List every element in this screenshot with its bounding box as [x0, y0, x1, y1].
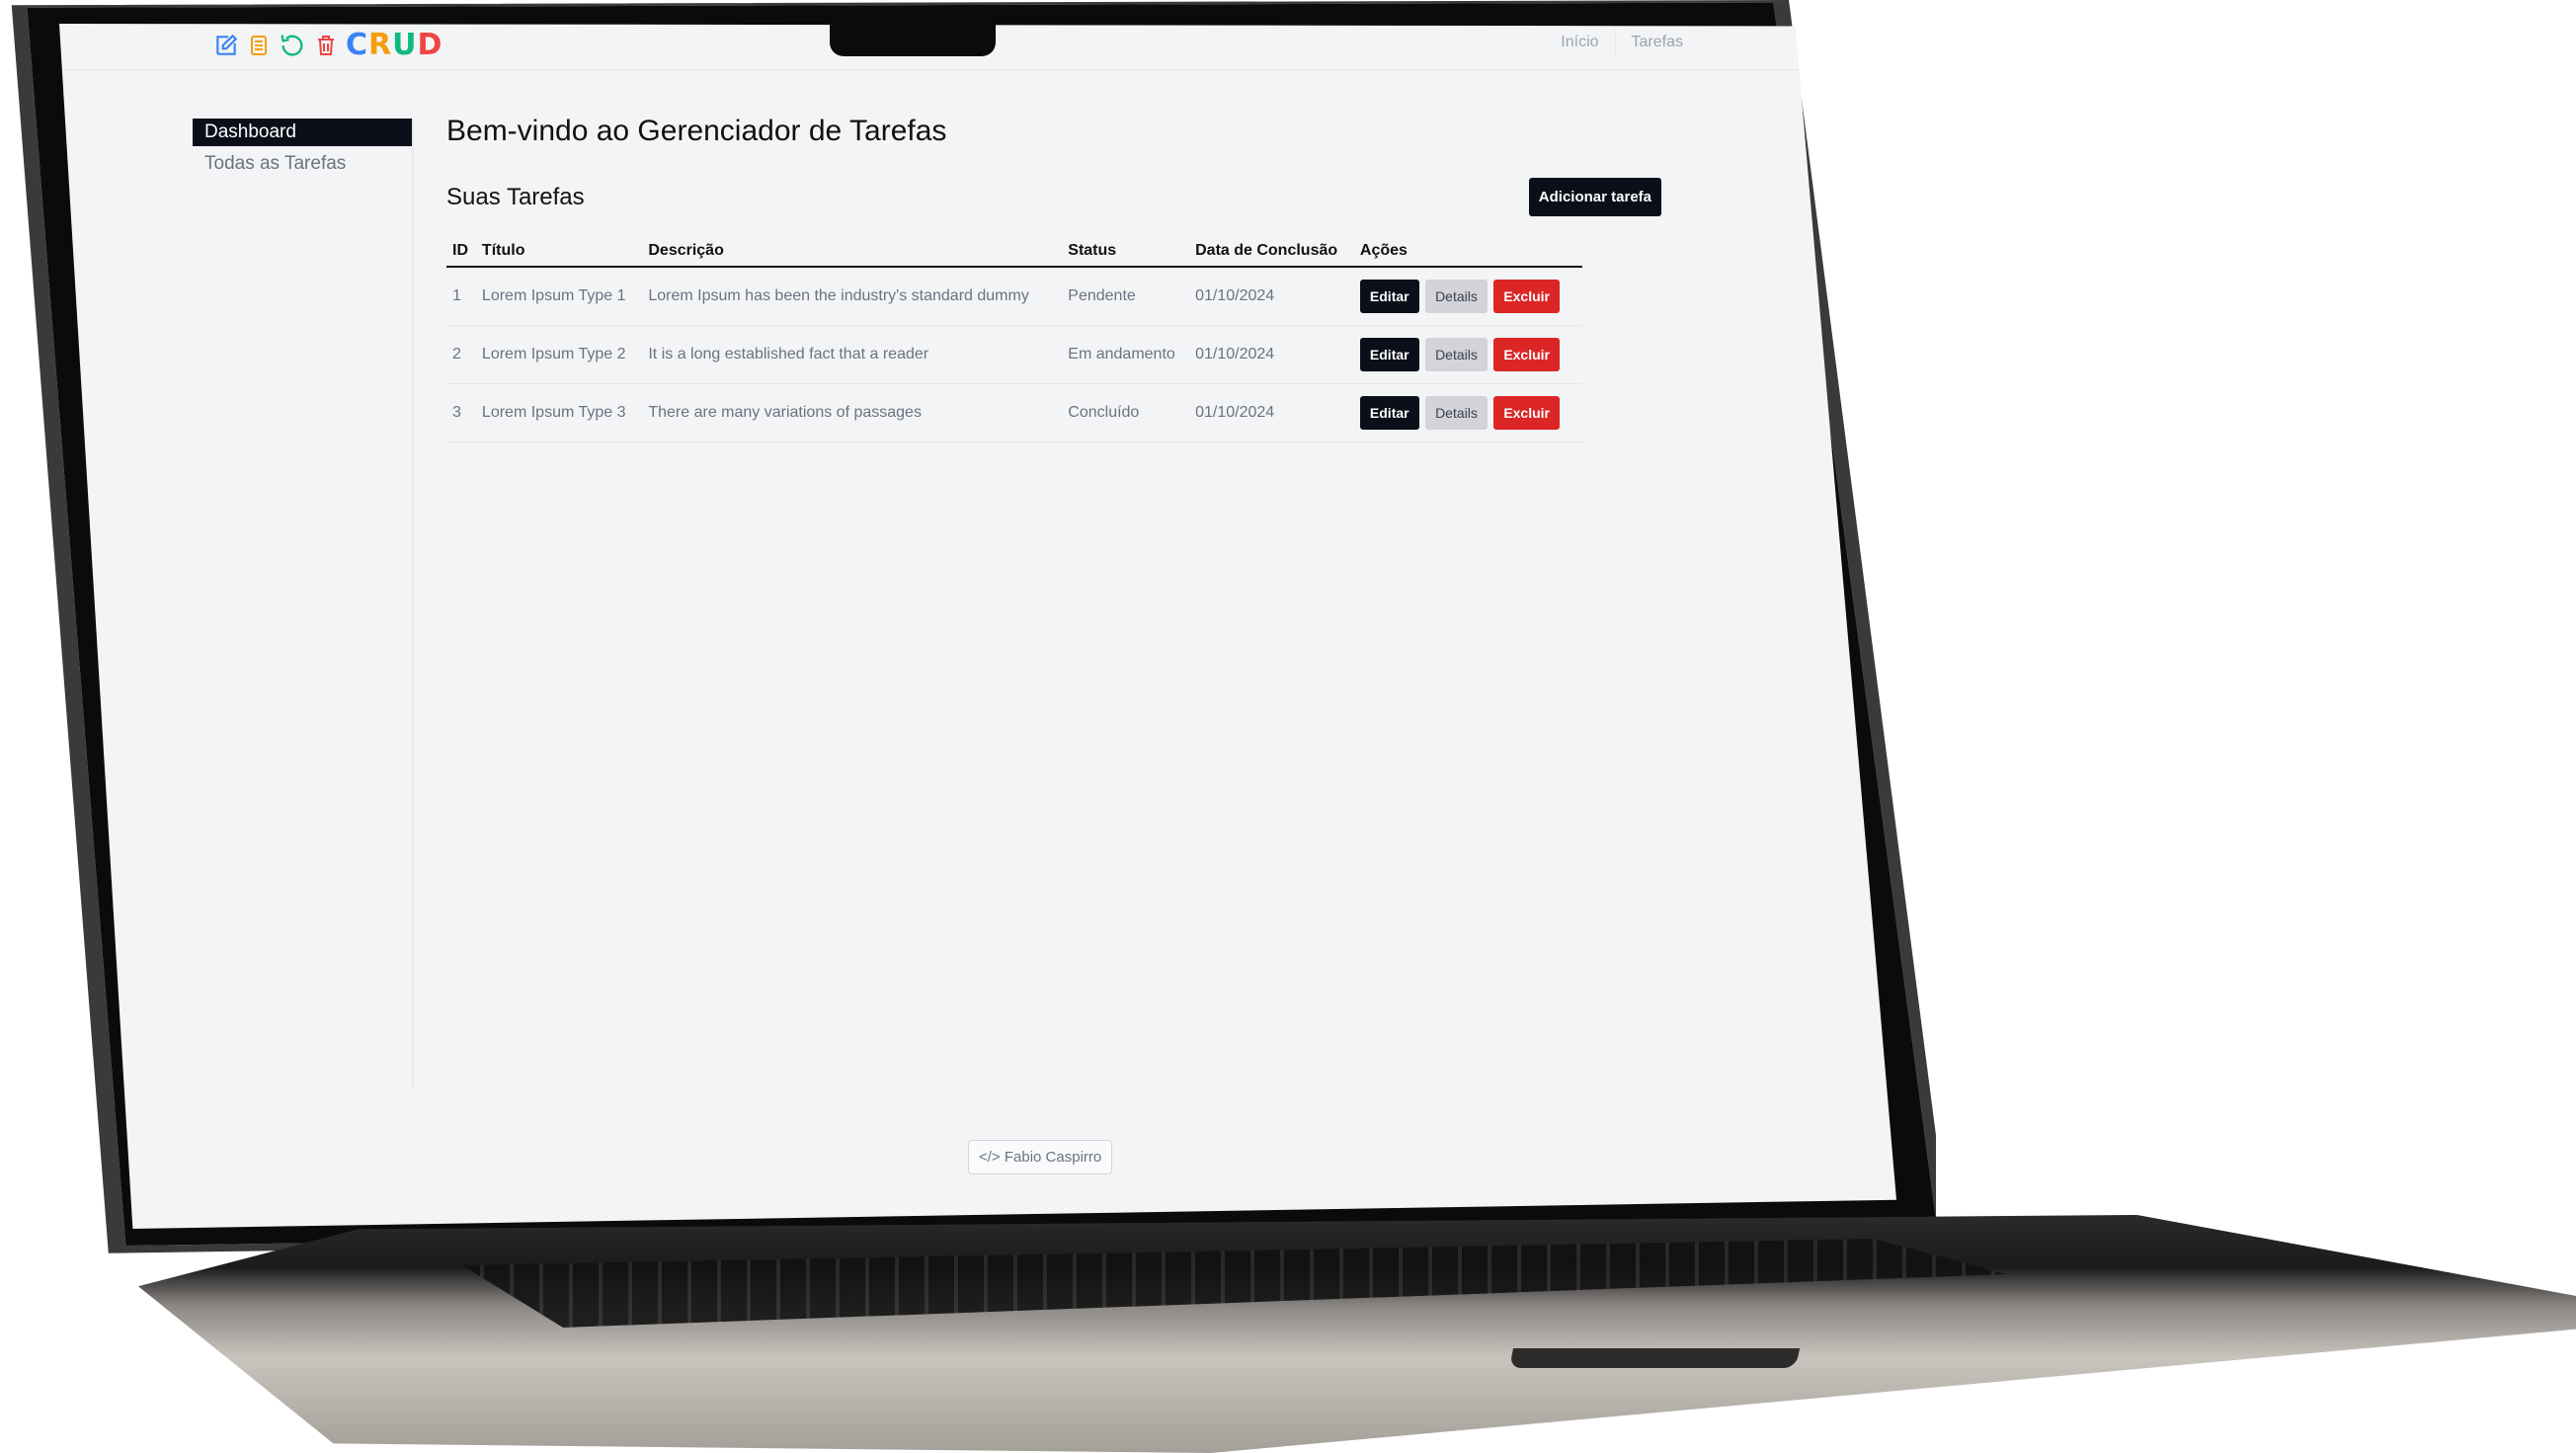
top-nav: Início Tarefas	[1545, 30, 1699, 55]
cell-actions: Editar Details Excluir	[1353, 267, 1582, 326]
table-row: 1 Lorem Ipsum Type 1 Lorem Ipsum has bee…	[446, 267, 1582, 326]
document-icon	[251, 35, 267, 55]
delete-button[interactable]: Excluir	[1493, 280, 1561, 313]
section-title: Suas Tarefas	[446, 183, 585, 210]
cell-description: There are many variations of passages	[642, 383, 1063, 443]
column-header-descricao: Descrição	[642, 236, 1063, 268]
cell-date: 01/10/2024	[1189, 383, 1354, 443]
details-button[interactable]: Details	[1425, 396, 1488, 430]
cell-id: 1	[446, 267, 476, 326]
section-header: Suas Tarefas Adicionar tarefa	[446, 178, 1661, 216]
column-header-acoes: Ações	[1353, 236, 1582, 268]
column-header-id: ID	[446, 236, 476, 268]
cell-date: 01/10/2024	[1189, 267, 1354, 326]
code-icon: </>	[979, 1149, 1001, 1166]
cell-actions: Editar Details Excluir	[1353, 325, 1582, 384]
laptop-front-notch	[1508, 1348, 1801, 1368]
tasks-table: ID Título Descrição Status Data de Concl…	[446, 236, 1582, 443]
edit-button[interactable]: Editar	[1359, 338, 1419, 371]
cell-title: Lorem Ipsum Type 2	[475, 325, 643, 384]
details-button[interactable]: Details	[1425, 338, 1488, 371]
cell-description: It is a long established fact that a rea…	[642, 325, 1063, 384]
refresh-icon	[281, 34, 303, 56]
trash-icon	[318, 35, 334, 55]
column-header-titulo: Título	[475, 236, 643, 268]
app-logo[interactable]: CRUD	[213, 28, 443, 62]
camera-notch	[830, 24, 996, 56]
details-button[interactable]: Details	[1425, 280, 1488, 313]
cell-status: Concluído	[1062, 383, 1190, 443]
page-title: Bem-vindo ao Gerenciador de Tarefas	[446, 115, 947, 147]
edit-icon	[216, 34, 238, 55]
table-row: 2 Lorem Ipsum Type 2 It is a long establ…	[446, 325, 1582, 384]
footer-credit-text: Fabio Caspirro	[1004, 1149, 1102, 1166]
table-header-row: ID Título Descrição Status Data de Concl…	[446, 236, 1582, 268]
add-task-button[interactable]: Adicionar tarefa	[1528, 178, 1661, 216]
delete-button[interactable]: Excluir	[1493, 338, 1561, 371]
column-header-data: Data de Conclusão	[1189, 236, 1354, 268]
cell-id: 3	[446, 383, 476, 443]
cell-description: Lorem Ipsum has been the industry's stan…	[642, 267, 1063, 326]
cell-date: 01/10/2024	[1189, 325, 1354, 384]
edit-button[interactable]: Editar	[1359, 396, 1419, 430]
sidebar-item-todas-tarefas[interactable]: Todas as Tarefas	[193, 150, 412, 178]
cell-title: Lorem Ipsum Type 3	[475, 383, 643, 443]
cell-id: 2	[446, 325, 476, 384]
sidebar-item-dashboard[interactable]: Dashboard	[193, 119, 412, 146]
main-content: Bem-vindo ao Gerenciador de Tarefas Suas…	[446, 115, 1661, 443]
cell-status: Pendente	[1062, 267, 1190, 326]
footer-credit[interactable]: </> Fabio Caspirro	[968, 1140, 1113, 1174]
cell-actions: Editar Details Excluir	[1353, 383, 1582, 443]
app-screen: CRUD Início Tarefas Dashboard Todas as T…	[59, 24, 1896, 1229]
logo-text: CRUD	[346, 28, 443, 62]
delete-button[interactable]: Excluir	[1493, 396, 1561, 430]
nav-link-inicio[interactable]: Início	[1545, 30, 1614, 55]
nav-link-tarefas[interactable]: Tarefas	[1614, 30, 1699, 55]
sidebar: Dashboard Todas as Tarefas	[193, 119, 414, 1087]
column-header-status: Status	[1062, 236, 1190, 268]
edit-button[interactable]: Editar	[1359, 280, 1419, 313]
table-row: 3 Lorem Ipsum Type 3 There are many vari…	[446, 383, 1582, 443]
cell-title: Lorem Ipsum Type 1	[475, 267, 643, 326]
cell-status: Em andamento	[1062, 325, 1190, 384]
